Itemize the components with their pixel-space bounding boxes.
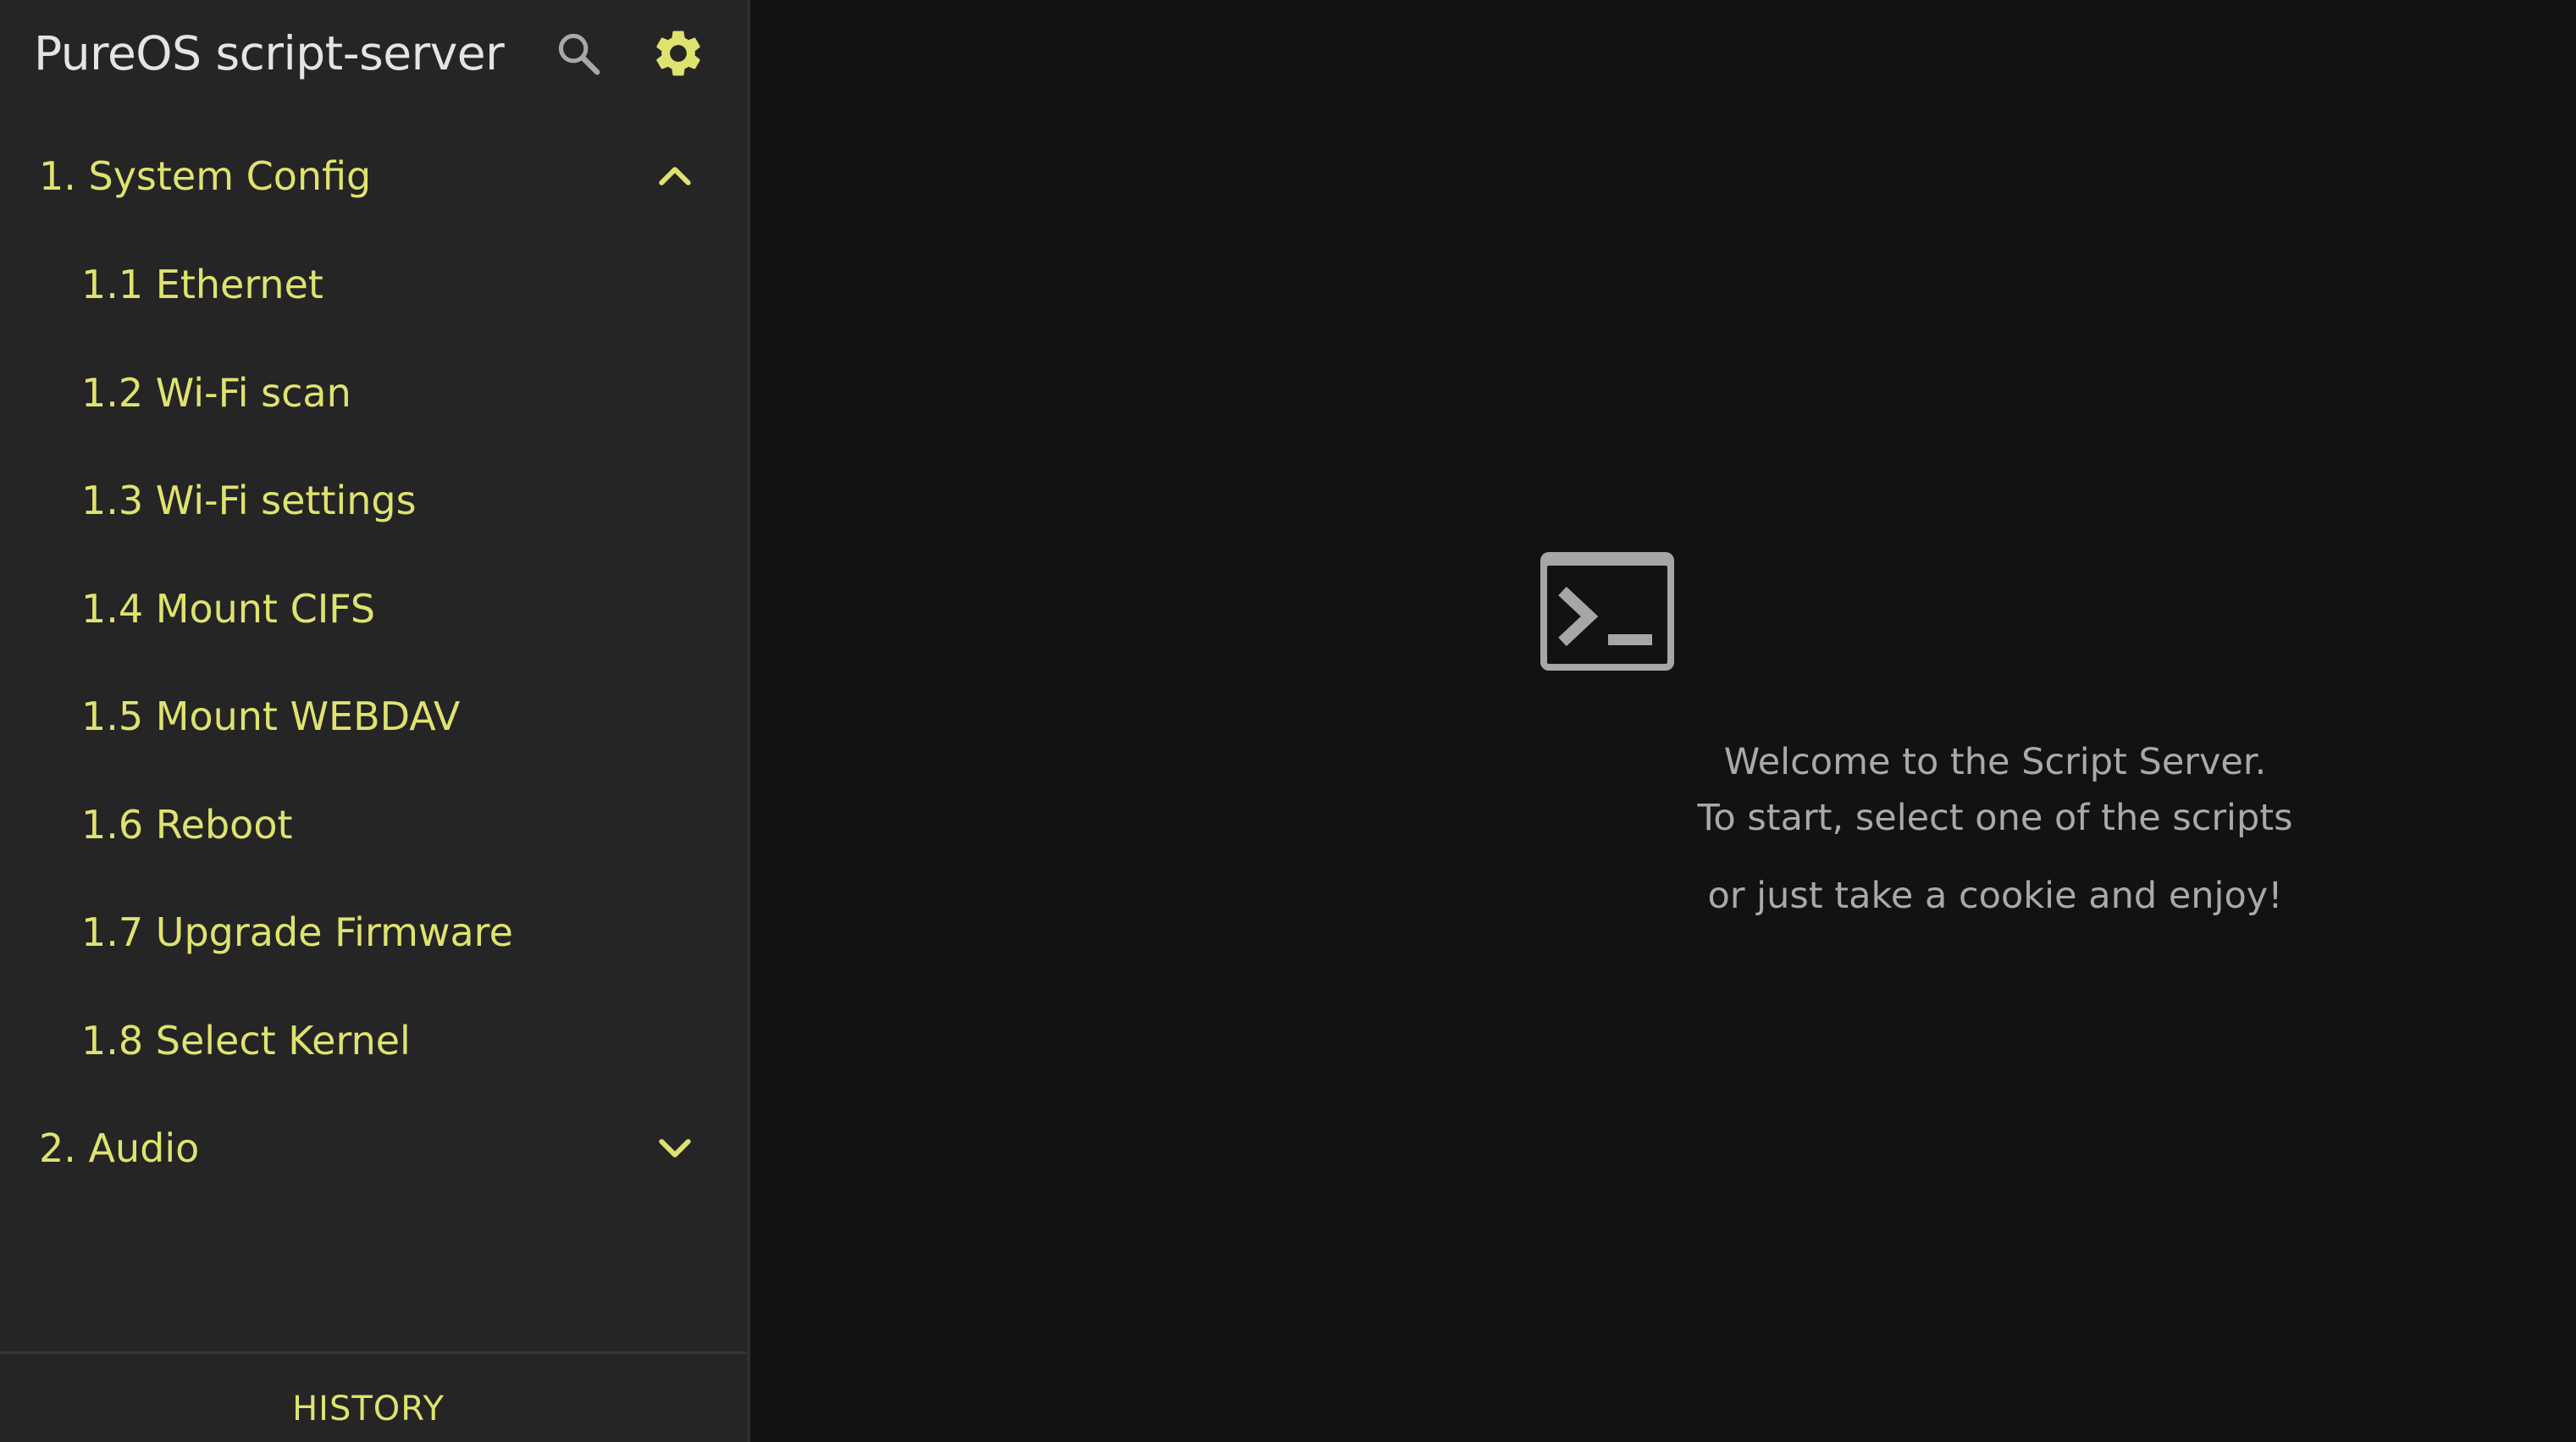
script-item-ethernet[interactable]: 1.1 Ethernet — [0, 230, 747, 339]
app-root: PureOS script-server 1. System Config 1.… — [0, 0, 2576, 1442]
group-label: 2. Audio — [39, 1125, 200, 1171]
gear-icon — [656, 30, 700, 76]
script-label: 1.7 Upgrade Firmware — [81, 909, 513, 955]
script-label: 1.4 Mount CIFS — [81, 586, 376, 632]
chevron-down-icon — [659, 1139, 691, 1157]
search-button[interactable] — [545, 20, 611, 86]
settings-button[interactable] — [645, 20, 711, 86]
script-item-wifi-settings[interactable]: 1.3 Wi-Fi settings — [0, 446, 747, 555]
script-item-mount-cifs[interactable]: 1.4 Mount CIFS — [0, 555, 747, 663]
sidebar-header: PureOS script-server — [0, 0, 747, 107]
history-label: HISTORY — [292, 1390, 445, 1428]
script-item-mount-webdav[interactable]: 1.5 Mount WEBDAV — [0, 662, 747, 771]
main-content — [750, 0, 2576, 1442]
script-label: 1.3 Wi-Fi settings — [81, 478, 417, 523]
terminal-icon — [1540, 552, 1674, 671]
script-item-reboot[interactable]: 1.6 Reboot — [0, 771, 747, 879]
script-item-select-kernel[interactable]: 1.8 Select Kernel — [0, 986, 747, 1095]
app-title: PureOS script-server — [34, 26, 505, 80]
welcome-line-2: To start, select one of the scripts — [1697, 797, 2293, 839]
script-label: 1.6 Reboot — [81, 802, 293, 848]
script-item-wifi-scan[interactable]: 1.2 Wi-Fi scan — [0, 339, 747, 447]
welcome-line-1: Welcome to the Script Server. — [1723, 741, 2267, 783]
search-icon — [558, 33, 600, 75]
script-label: 1.2 Wi-Fi scan — [81, 370, 351, 416]
group-header-system-config[interactable]: 1. System Config — [0, 122, 747, 230]
chevron-up-icon — [659, 167, 691, 185]
group-label: 1. System Config — [39, 153, 372, 199]
sidebar: PureOS script-server 1. System Config 1.… — [0, 0, 750, 1442]
script-item-upgrade-firmware[interactable]: 1.7 Upgrade Firmware — [0, 878, 747, 986]
script-label: 1.5 Mount WEBDAV — [81, 693, 461, 739]
script-label: 1.8 Select Kernel — [81, 1018, 411, 1064]
script-label: 1.1 Ethernet — [81, 262, 323, 307]
history-button[interactable]: HISTORY — [0, 1351, 747, 1442]
group-header-audio[interactable]: 2. Audio — [0, 1094, 747, 1202]
welcome-line-3: or just take a cookie and enjoy! — [1707, 875, 2283, 917]
